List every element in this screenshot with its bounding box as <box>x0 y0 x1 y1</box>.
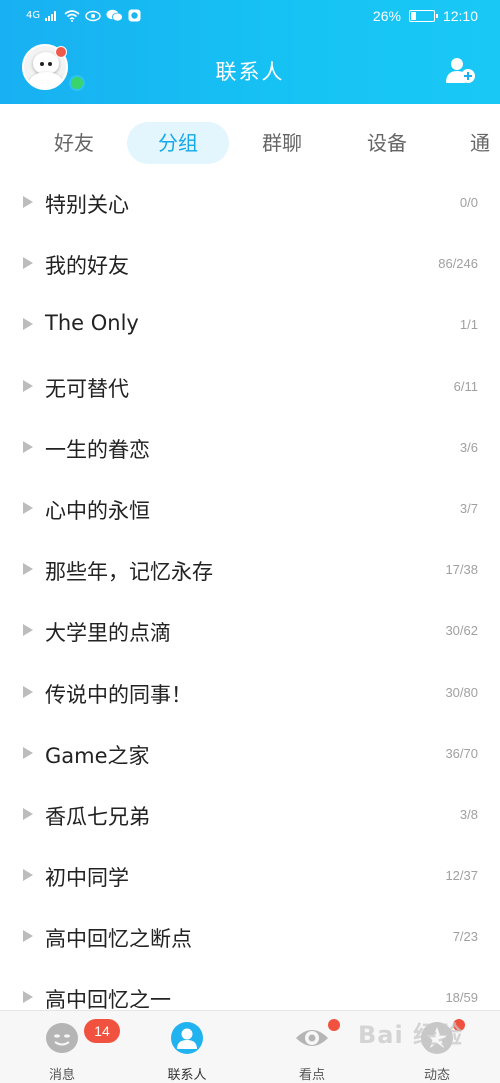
battery-icon <box>408 10 438 22</box>
group-name: Game之家 <box>45 743 150 768</box>
group-count: 1/1 <box>459 317 478 333</box>
clock: 12:10 <box>442 8 478 24</box>
wechat-icon <box>106 9 124 22</box>
discover-dot-badge <box>328 1019 340 1031</box>
nav-contacts[interactable]: 联系人 <box>137 1017 237 1083</box>
group-count: 30/62 <box>445 623 478 639</box>
expand-arrow-icon <box>23 624 33 637</box>
group-name: 高中回忆之断点 <box>45 927 192 952</box>
group-row[interactable]: 香瓜七兄弟 3/8 <box>0 784 500 845</box>
nav-discover[interactable]: 看点 <box>262 1017 362 1083</box>
expand-arrow-icon <box>23 746 33 759</box>
page-title: 联系人 <box>215 60 285 84</box>
status-bar: 4G 26% 12:10 <box>0 0 500 34</box>
expand-arrow-icon <box>23 257 33 270</box>
status-right: 26% 12:10 <box>373 8 478 24</box>
eye-status-icon <box>85 10 101 21</box>
unread-badge: 14 <box>84 1019 120 1043</box>
status-left-icons: 4G <box>26 9 141 22</box>
group-count: 3/8 <box>459 806 478 822</box>
group-count: 0/0 <box>459 195 478 210</box>
group-count: 6/11 <box>453 378 478 394</box>
group-count: 17/38 <box>445 562 478 578</box>
nav-messages[interactable]: 14 消息 <box>12 1017 120 1083</box>
group-name: 特别关心 <box>45 193 129 217</box>
group-row[interactable]: 无可替代 6/11 <box>0 356 500 417</box>
expand-arrow-icon <box>23 930 33 943</box>
group-name: 我的好友 <box>45 254 129 279</box>
expand-arrow-icon <box>23 501 33 514</box>
contacts-icon <box>171 1022 203 1054</box>
watermark: Bai 经验 <box>358 1021 464 1049</box>
contact-tabs: 好友 分组 群聊 设备 通讯 <box>0 104 500 176</box>
group-list: 特别关心 0/0 我的好友 86/246 The Only 1/1 无可替代 6/11 … <box>0 172 500 1029</box>
group-count: 18/59 <box>445 990 478 1006</box>
expand-arrow-icon <box>23 196 33 208</box>
top-header: 4G 26% 12:10 联系人 <box>0 0 500 104</box>
group-count: 3/7 <box>459 500 478 516</box>
group-row[interactable]: 我的好友 86/246 <box>0 233 500 294</box>
network-type: 4G <box>26 9 41 21</box>
expand-arrow-icon <box>23 440 33 453</box>
eye-icon <box>296 1030 328 1046</box>
group-row[interactable]: 大学里的点滴 30/62 <box>0 600 500 661</box>
group-row[interactable]: 传说中的同事！ 30/80 <box>0 662 500 723</box>
expand-arrow-icon <box>23 379 33 392</box>
group-name: 那些年，记忆永存 <box>45 560 213 585</box>
group-count: 36/70 <box>445 745 478 761</box>
bottom-nav: 14 消息 联系人 看点 动态 Bai 经验 <box>0 1010 500 1083</box>
signal-icon <box>45 11 57 21</box>
group-name: 心中的永恒 <box>45 498 150 523</box>
group-row[interactable]: The Only 1/1 <box>0 294 500 355</box>
tab-group-chats[interactable]: 群聊 <box>240 122 324 164</box>
group-row[interactable]: 特别关心 0/0 <box>0 172 500 233</box>
group-row[interactable]: 高中回忆之断点 7/23 <box>0 906 500 967</box>
group-row[interactable]: 那些年，记忆永存 17/38 <box>0 539 500 600</box>
nav-label: 联系人 <box>167 1068 207 1083</box>
add-contact-icon[interactable] <box>446 56 476 84</box>
group-count: 7/23 <box>452 929 478 945</box>
battery-percent: 26% <box>372 8 401 24</box>
expand-arrow-icon <box>23 807 33 820</box>
group-row[interactable]: 一生的眷恋 3/6 <box>0 417 500 478</box>
expand-arrow-icon <box>23 869 33 882</box>
group-row[interactable]: 初中同学 12/37 <box>0 845 500 906</box>
nav-label: 动态 <box>423 1068 450 1083</box>
group-count: 30/80 <box>445 684 478 700</box>
group-name: 大学里的点滴 <box>45 621 171 646</box>
group-count: 12/37 <box>445 868 478 884</box>
expand-arrow-icon <box>23 991 33 1004</box>
tab-groups[interactable]: 分组 <box>127 122 229 164</box>
group-name: 无可替代 <box>45 376 129 401</box>
group-name: 一生的眷恋 <box>45 437 150 462</box>
tab-contacts-book[interactable]: 通讯 <box>448 122 500 164</box>
message-icon <box>46 1023 78 1053</box>
tab-friends[interactable]: 好友 <box>32 122 116 164</box>
wifi-icon <box>64 9 80 22</box>
group-name: 香瓜七兄弟 <box>45 804 150 829</box>
group-row[interactable]: Game之家 36/70 <box>0 723 500 784</box>
qq-status-icon <box>128 9 141 22</box>
group-name: 初中同学 <box>45 866 129 891</box>
expand-arrow-icon <box>23 318 33 331</box>
group-row[interactable]: 心中的永恒 3/7 <box>0 478 500 539</box>
battery-level <box>410 12 416 20</box>
nav-label: 消息 <box>48 1068 75 1083</box>
group-count: 3/6 <box>459 439 478 455</box>
nav-label: 看点 <box>298 1068 325 1083</box>
group-name: 传说中的同事！ <box>45 682 192 707</box>
expand-arrow-icon <box>23 563 33 576</box>
group-name: The Only <box>45 311 139 336</box>
tab-devices[interactable]: 设备 <box>345 122 429 164</box>
group-count: 86/246 <box>438 256 478 272</box>
expand-arrow-icon <box>23 685 33 698</box>
